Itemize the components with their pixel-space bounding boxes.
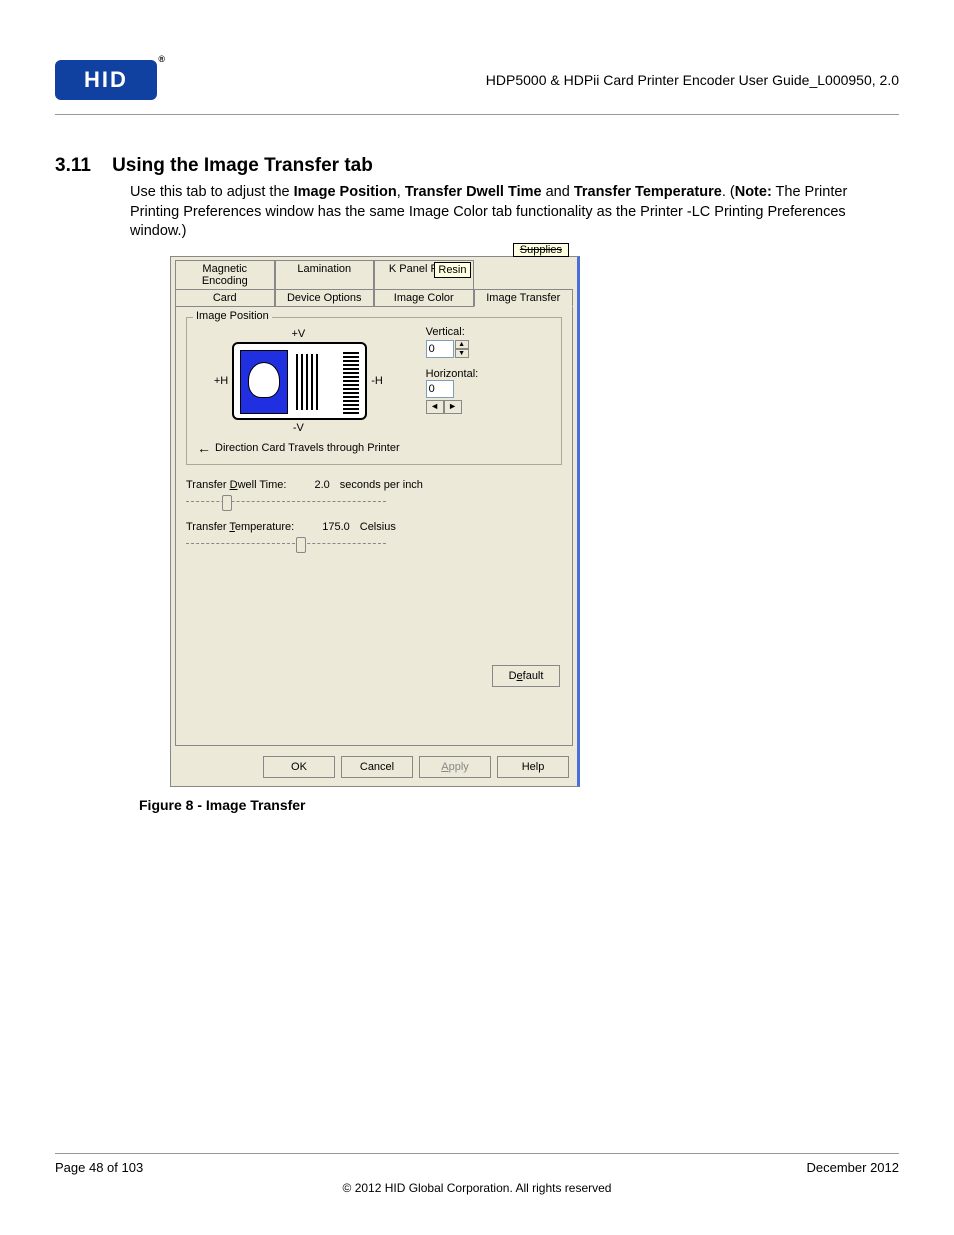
horizontal-label: Horizontal:	[426, 368, 479, 380]
dwell-slider[interactable]	[186, 493, 386, 511]
tab-lamination[interactable]: Lamination	[275, 260, 375, 289]
page-header: HID HDP5000 & HDPii Card Printer Encoder…	[55, 60, 899, 115]
body-text: ,	[397, 184, 405, 200]
footer-date: December 2012	[807, 1160, 900, 1175]
dwell-unit: seconds per inch	[340, 479, 423, 491]
section-heading: 3.11 Using the Image Transfer tab	[55, 155, 899, 177]
horizontal-right-button[interactable]: ►	[444, 400, 462, 414]
minus-h-label: -H	[371, 375, 383, 387]
vertical-label: Vertical:	[426, 326, 479, 338]
slider-thumb-icon[interactable]	[296, 537, 306, 553]
body-bold: Transfer Dwell Time	[405, 184, 542, 200]
tab-image-color[interactable]: Image Color	[374, 289, 474, 306]
dwell-label: Transfer Dwell Time:	[186, 479, 286, 491]
cancel-button[interactable]: Cancel	[341, 756, 413, 778]
tab-k-panel-resin[interactable]: K Panel Resin Resin	[374, 260, 474, 289]
tooltip-resin: Resin	[434, 262, 470, 278]
card-preview	[232, 342, 367, 420]
body-text: and	[542, 184, 574, 200]
minus-v-label: -V	[293, 422, 304, 434]
temp-label: Transfer Temperature:	[186, 521, 294, 533]
arrow-left-icon: ←	[197, 440, 211, 456]
plus-h-label: +H	[214, 375, 228, 387]
section-body: Use this tab to adjust the Image Positio…	[130, 183, 889, 242]
page-number: Page 48 of 103	[55, 1160, 143, 1175]
group-title: Image Position	[193, 310, 272, 322]
preferences-dialog: Supplies Magnetic Encoding Lamination K …	[170, 256, 580, 787]
body-text: . (	[722, 184, 735, 200]
image-position-group: Image Position +V +H	[186, 317, 562, 465]
slider-thumb-icon[interactable]	[222, 495, 232, 511]
plus-v-label: +V	[291, 328, 305, 340]
temp-value: 175.0	[322, 521, 350, 533]
tab-device-options[interactable]: Device Options	[275, 289, 375, 306]
dwell-value: 2.0	[314, 479, 329, 491]
vertical-down-button[interactable]: ▼	[455, 349, 469, 358]
body-bold: Note:	[735, 184, 772, 200]
temp-slider[interactable]	[186, 535, 386, 553]
apply-button[interactable]: Apply	[419, 756, 491, 778]
help-button[interactable]: Help	[497, 756, 569, 778]
section-title: Using the Image Transfer tab	[112, 155, 373, 176]
copyright: © 2012 HID Global Corporation. All right…	[55, 1181, 899, 1195]
section-number: 3.11	[55, 155, 91, 176]
doc-title: HDP5000 & HDPii Card Printer Encoder Use…	[486, 72, 899, 88]
figure-caption: Figure 8 - Image Transfer	[139, 797, 899, 813]
body-bold: Transfer Temperature	[574, 184, 722, 200]
hid-logo: HID	[55, 60, 157, 100]
page-footer: Page 48 of 103 December 2012 © 2012 HID …	[55, 1153, 899, 1195]
tab-magnetic-encoding[interactable]: Magnetic Encoding	[175, 260, 275, 289]
temp-unit: Celsius	[360, 521, 396, 533]
body-bold: Image Position	[294, 184, 397, 200]
vertical-up-button[interactable]: ▲	[455, 340, 469, 349]
default-button[interactable]: Default	[492, 665, 560, 687]
vertical-input[interactable]	[426, 340, 454, 358]
horizontal-input[interactable]	[426, 380, 454, 398]
horizontal-left-button[interactable]: ◄	[426, 400, 444, 414]
body-text: Use this tab to adjust the	[130, 184, 294, 200]
tab-card[interactable]: Card	[175, 289, 275, 306]
overlay-strike: Supplies	[513, 243, 569, 257]
direction-label: Direction Card Travels through Printer	[215, 442, 400, 454]
tab-image-transfer[interactable]: Image Transfer	[474, 289, 574, 307]
ok-button[interactable]: OK	[263, 756, 335, 778]
